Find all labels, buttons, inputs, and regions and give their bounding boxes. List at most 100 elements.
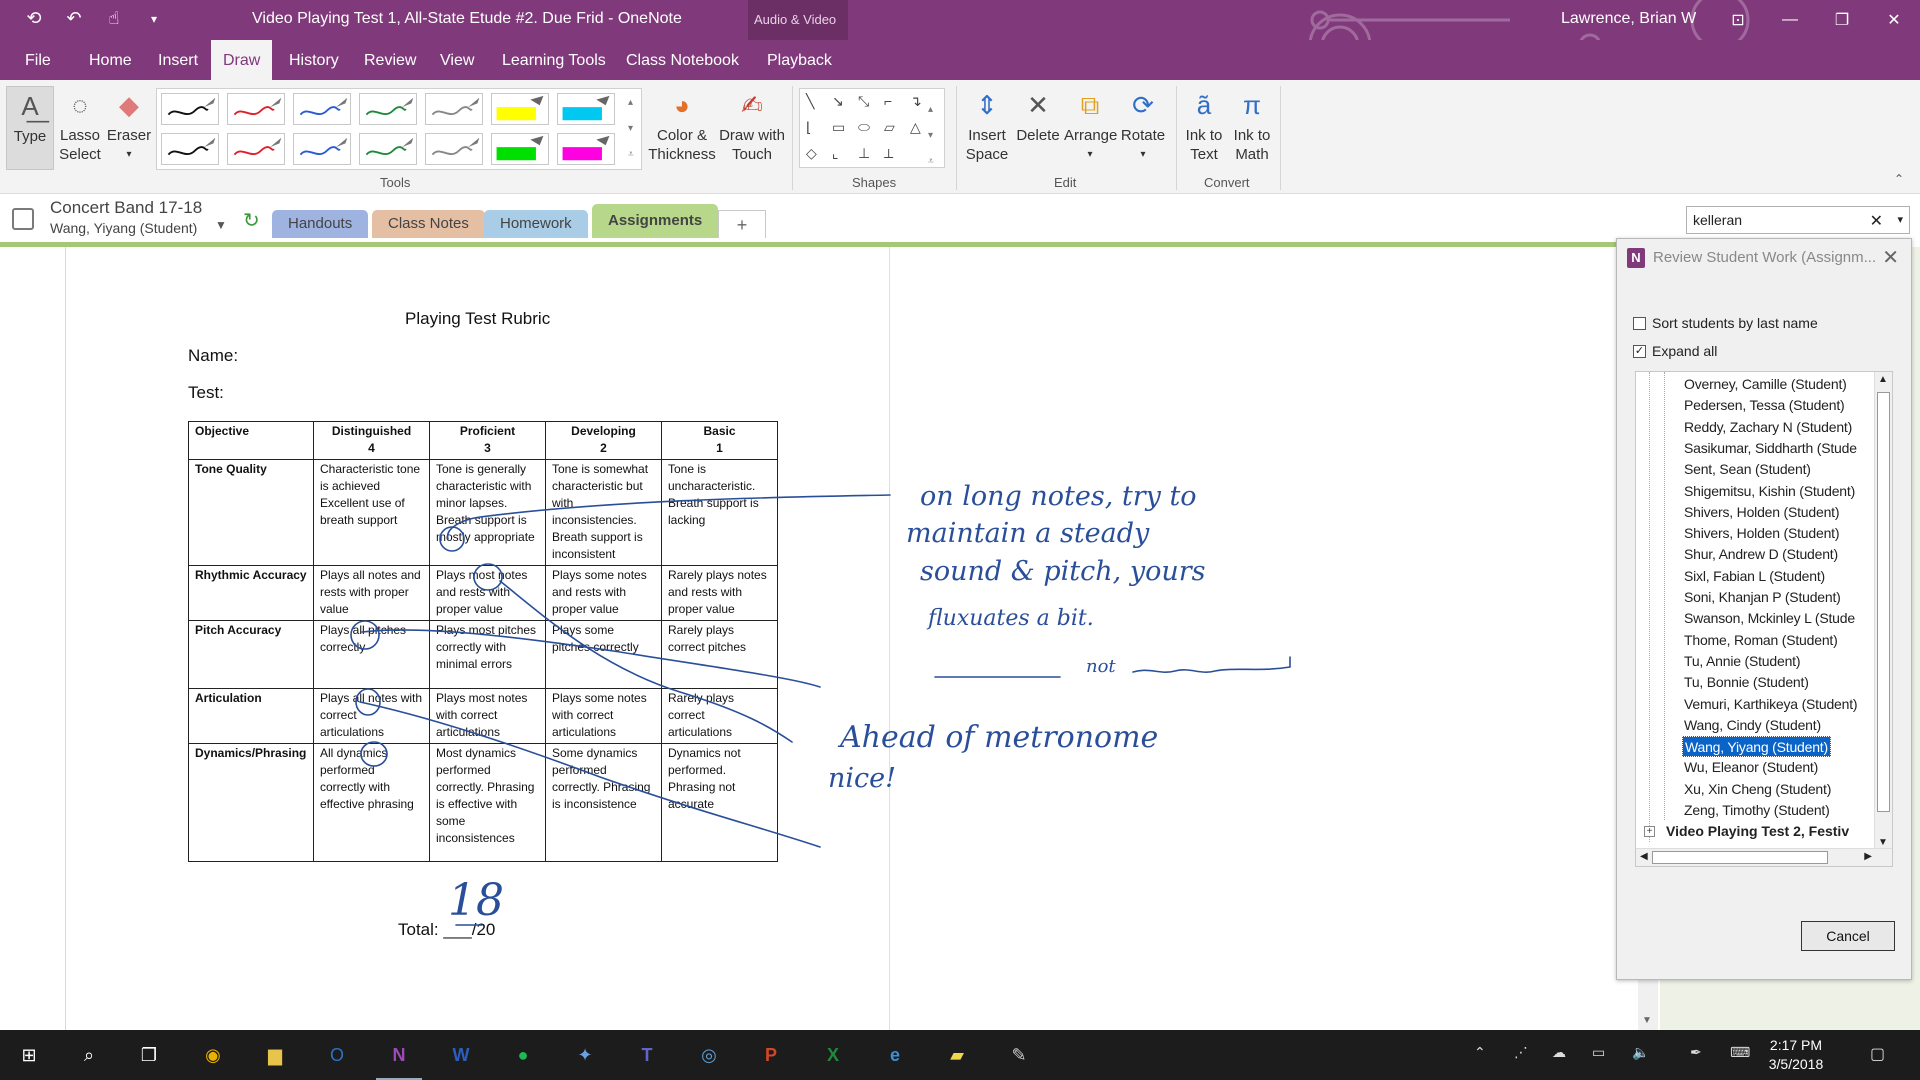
triangle-shape-icon[interactable]: △: [910, 119, 921, 136]
section-tab-handouts[interactable]: Handouts: [272, 210, 369, 238]
type-button[interactable]: A͟ Type: [6, 86, 54, 170]
scroll-down-icon[interactable]: ▼: [1878, 837, 1888, 848]
highlighter-swatch[interactable]: [557, 93, 615, 125]
list-item[interactable]: Wu, Eleanor (Student): [1682, 757, 1820, 778]
tab-class-notebook[interactable]: Class Notebook: [614, 40, 751, 80]
list-item[interactable]: Shigemitsu, Kishin (Student): [1682, 481, 1857, 502]
notebook-dropdown-icon[interactable]: ▼: [215, 218, 227, 232]
list-item[interactable]: Swanson, Mckinley L (Stude: [1682, 608, 1857, 629]
insert-space-button[interactable]: ⇕ Insert Space: [962, 88, 1012, 164]
draw-with-touch-button[interactable]: ✍ Draw with Touch: [716, 88, 788, 164]
restore-icon[interactable]: ❐: [1816, 0, 1868, 40]
store-icon[interactable]: ✦: [570, 1040, 600, 1070]
notebook-student[interactable]: Wang, Yiyang (Student): [50, 220, 197, 236]
volume-icon[interactable]: 🔈: [1632, 1044, 1649, 1061]
shapes-scroll-icon[interactable]: ▴ ▾ ⩡: [928, 97, 934, 175]
search-input[interactable]: kelleran: [1693, 212, 1742, 228]
excel-icon[interactable]: X: [818, 1040, 848, 1070]
list-item[interactable]: Tu, Annie (Student): [1682, 651, 1802, 672]
tab-file[interactable]: File: [13, 40, 63, 80]
highlighter-swatch[interactable]: [491, 133, 549, 165]
axis-shape-icon[interactable]: ⌊: [806, 119, 811, 136]
ink-to-text-button[interactable]: a͂ Ink to Text: [1182, 88, 1226, 164]
onedrive-icon[interactable]: ☁: [1552, 1044, 1566, 1061]
page-canvas[interactable]: Playing Test Rubric Name: Test: Objectiv…: [0, 247, 1660, 1030]
internet-explorer-icon[interactable]: e: [880, 1040, 910, 1070]
onenote-icon[interactable]: N: [376, 1040, 422, 1080]
task-view-icon[interactable]: ❐: [134, 1040, 164, 1070]
windows-start-icon[interactable]: ⊞: [14, 1040, 44, 1070]
xy-axis-shape-icon[interactable]: ⌞: [832, 145, 839, 162]
arrange-button[interactable]: ⧉ Arrange ▾: [1064, 88, 1117, 164]
clear-search-icon[interactable]: ✕: [1870, 211, 1883, 231]
ellipse-shape-icon[interactable]: ⬭: [858, 119, 870, 136]
sort-by-last-name-checkbox[interactable]: Sort students by last name: [1633, 315, 1818, 331]
search-scope-dropdown-icon[interactable]: ▾: [1897, 213, 1903, 226]
tree-vertical-scrollbar[interactable]: ▲ ▼: [1874, 372, 1892, 850]
line-shape-icon[interactable]: ╲: [806, 93, 814, 110]
notebook-name[interactable]: Concert Band 17-18: [50, 198, 202, 218]
list-item[interactable]: Tu, Bonnie (Student): [1682, 672, 1811, 693]
section-tab-class-notes[interactable]: Class Notes: [372, 210, 485, 238]
minimize-icon[interactable]: —: [1764, 0, 1816, 40]
pen-swatch[interactable]: [293, 133, 351, 165]
remote-desktop-icon[interactable]: ◎: [694, 1040, 724, 1070]
search-icon[interactable]: ⌕: [74, 1040, 104, 1070]
expand-folder-icon[interactable]: +: [1644, 826, 1655, 838]
scroll-left-icon[interactable]: ◀: [1640, 851, 1648, 862]
collapse-ribbon-icon[interactable]: ⌃: [1894, 172, 1904, 186]
tab-history[interactable]: History: [277, 40, 351, 80]
tab-view[interactable]: View: [428, 40, 486, 80]
spotify-icon[interactable]: ●: [508, 1040, 538, 1070]
pen-swatch[interactable]: [359, 133, 417, 165]
delete-button[interactable]: ✕ Delete: [1014, 88, 1062, 145]
list-item[interactable]: Wang, Yiyang (Student): [1682, 736, 1831, 758]
diamond-shape-icon[interactable]: ◇: [806, 145, 817, 162]
list-item[interactable]: Overney, Camille (Student): [1682, 374, 1849, 395]
tab-draw[interactable]: Draw: [211, 40, 273, 81]
action-center-icon[interactable]: ▢: [1870, 1044, 1885, 1064]
list-item[interactable]: Zeng, Timothy (Student): [1682, 800, 1832, 821]
tree-horizontal-scrollbar[interactable]: ◀ ▶: [1636, 848, 1892, 866]
pen-gallery-scroll-icon[interactable]: ▴ ▾ ⩡: [628, 90, 634, 168]
list-item[interactable]: Sasikumar, Siddharth (Stude: [1682, 438, 1859, 459]
battery-icon[interactable]: ▭: [1592, 1044, 1605, 1061]
assignment-folder[interactable]: Video Playing Test 2, Festiv: [1666, 821, 1849, 842]
eraser-button[interactable]: ◆ Eraser ▾: [106, 88, 152, 164]
list-item[interactable]: Reddy, Zachary N (Student): [1682, 417, 1854, 438]
account-name[interactable]: Lawrence, Brian W: [1561, 10, 1696, 28]
wifi-icon[interactable]: ⋰: [1514, 1044, 1528, 1061]
lasso-select-button[interactable]: ◌ Lasso Select: [56, 88, 104, 164]
pen-swatch[interactable]: [425, 93, 483, 125]
tab-insert[interactable]: Insert: [146, 40, 210, 80]
color-thickness-button[interactable]: ◕ Color & Thickness: [648, 88, 716, 164]
scroll-thumb[interactable]: [1877, 392, 1890, 812]
pen-swatch[interactable]: [227, 93, 285, 125]
pen-swatch[interactable]: [161, 93, 219, 125]
pen-swatch[interactable]: [161, 133, 219, 165]
expand-all-checkbox[interactable]: ✓ Expand all: [1633, 343, 1717, 359]
paint-icon[interactable]: ✎: [1004, 1040, 1034, 1070]
touch-mode-icon[interactable]: ☝: [102, 8, 126, 29]
list-item[interactable]: Shivers, Holden (Student): [1682, 523, 1841, 544]
list-item[interactable]: Xu, Xin Cheng (Student): [1682, 779, 1833, 800]
add-section-button[interactable]: +: [718, 210, 766, 238]
elbow-shape-icon[interactable]: ⌐: [884, 93, 892, 109]
parallelogram-shape-icon[interactable]: ▱: [884, 119, 895, 136]
elbow-arrow-shape-icon[interactable]: ↴: [910, 93, 922, 110]
section-tab-homework[interactable]: Homework: [484, 210, 588, 238]
customize-qat-icon[interactable]: ▾: [142, 12, 166, 26]
rectangle-shape-icon[interactable]: ▭: [832, 119, 845, 136]
tab-home[interactable]: Home: [77, 40, 144, 80]
pen-workspace-icon[interactable]: ✒: [1690, 1044, 1702, 1061]
cancel-button[interactable]: Cancel: [1801, 921, 1895, 951]
list-item[interactable]: Sixl, Fabian L (Student): [1682, 566, 1827, 587]
show-hidden-icons-icon[interactable]: ⌃: [1474, 1044, 1486, 1061]
sync-icon[interactable]: ↻: [243, 208, 260, 233]
list-item[interactable]: Soni, Khanjan P (Student): [1682, 587, 1843, 608]
ink-to-math-button[interactable]: π Ink to Math: [1230, 88, 1274, 164]
rotate-button[interactable]: ⟳ Rotate ▾: [1118, 88, 1168, 164]
student-tree[interactable]: Overney, Camille (Student) Pedersen, Tess…: [1635, 371, 1893, 867]
double-arrow-shape-icon[interactable]: ⤡: [858, 93, 869, 110]
pen-swatch[interactable]: [227, 133, 285, 165]
